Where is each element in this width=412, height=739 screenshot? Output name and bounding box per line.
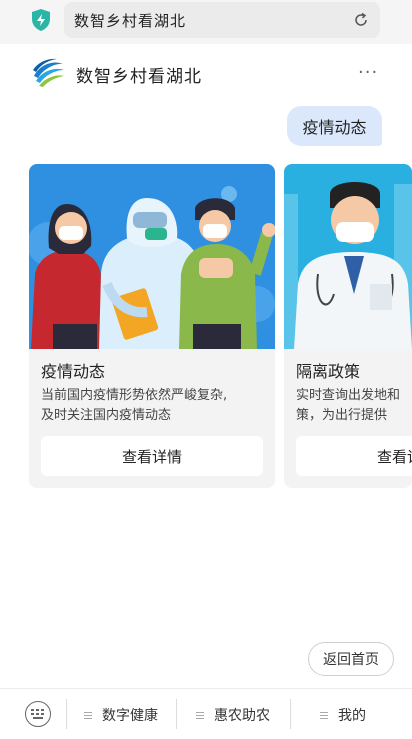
keyboard-glyph <box>31 709 44 719</box>
menu-icon <box>196 710 204 721</box>
card-description: 当前国内疫情形势依然严峻复杂, 及时关注国内疫情动态 <box>41 388 228 423</box>
divider <box>176 699 177 729</box>
shield-icon <box>32 9 50 31</box>
address-text: 数智乡村看湖北 <box>74 12 187 30</box>
menu-icon <box>320 710 328 721</box>
more-options-icon[interactable]: ··· <box>358 62 378 83</box>
return-home-button[interactable]: 返回首页 <box>308 642 394 676</box>
card-title: 疫情动态 <box>41 362 106 381</box>
divider <box>290 699 291 729</box>
view-details-button[interactable]: 查看详情 <box>41 436 263 476</box>
nav-item-digital-health[interactable]: 数字健康 <box>84 705 158 725</box>
epidemic-illustration <box>29 164 275 349</box>
browser-bar: 数智乡村看湖北 <box>0 0 412 44</box>
china-mobile-logo <box>33 58 64 87</box>
nav-item-agri-aid[interactable]: 惠农助农 <box>196 705 270 725</box>
doctor-illustration <box>284 164 412 349</box>
divider <box>66 699 67 729</box>
keyboard-icon[interactable] <box>25 701 51 727</box>
app-title: 数智乡村看湖北 <box>76 67 202 87</box>
menu-icon <box>84 710 92 721</box>
user-message-bubble: 疫情动态 <box>287 106 382 146</box>
nav-item-mine[interactable]: 我的 <box>320 705 366 725</box>
view-details-button[interactable]: 查看详情 <box>296 436 412 476</box>
bottom-nav-bar: 数字健康 惠农助农 我的 <box>0 688 412 739</box>
address-bar[interactable]: 数智乡村看湖北 <box>64 2 380 38</box>
card-title: 隔离政策 <box>296 362 361 381</box>
app-header: 数智乡村看湖北 ··· <box>0 48 412 100</box>
card-description: 实时查询出发地和 策，为出行提供 <box>296 388 401 423</box>
card-epidemic-news[interactable]: 疫情动态 当前国内疫情形势依然严峻复杂, 及时关注国内疫情动态 查看详情 <box>29 164 275 488</box>
reload-icon[interactable] <box>352 11 370 29</box>
card-quarantine-policy[interactable]: 隔离政策 实时查询出发地和 策，为出行提供 查看详情 <box>284 164 412 488</box>
